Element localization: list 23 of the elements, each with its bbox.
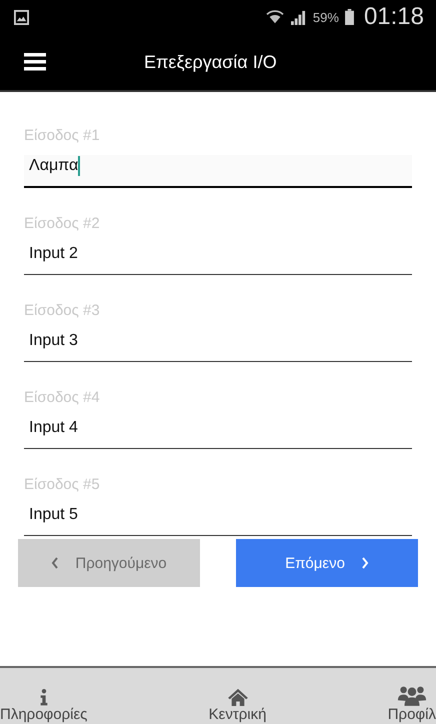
chevron-left-icon bbox=[51, 557, 60, 569]
input-field[interactable]: Input 5 bbox=[24, 504, 412, 536]
screen-title: Επεξεργασία I/O bbox=[144, 52, 277, 72]
input-field[interactable]: Input 4 bbox=[24, 417, 412, 449]
info-icon bbox=[38, 688, 49, 706]
group-icon bbox=[396, 685, 427, 706]
nav-tab[interactable]: Κεντρική bbox=[208, 706, 266, 723]
chevron-right-icon bbox=[360, 557, 369, 569]
input-field[interactable]: Input 3 bbox=[24, 330, 412, 362]
battery-percent: 59% bbox=[312, 10, 339, 24]
nav-tab[interactable]: Προφίλ bbox=[388, 706, 436, 723]
nav-tab[interactable]: Πληροφορίες bbox=[0, 706, 88, 723]
battery-icon bbox=[344, 9, 354, 25]
clock-time: 01:18 bbox=[364, 3, 424, 31]
home-icon bbox=[226, 688, 249, 706]
next-button[interactable]: Επόμενο bbox=[236, 539, 418, 587]
gallery-icon bbox=[14, 10, 29, 24]
signal-icon bbox=[290, 10, 307, 24]
input-field[interactable]: Input 2 bbox=[24, 243, 412, 275]
menu-button[interactable] bbox=[24, 53, 46, 71]
wifi-icon bbox=[266, 9, 284, 25]
text-cursor bbox=[78, 156, 80, 176]
input-field[interactable]: Λαμπα bbox=[24, 155, 412, 188]
